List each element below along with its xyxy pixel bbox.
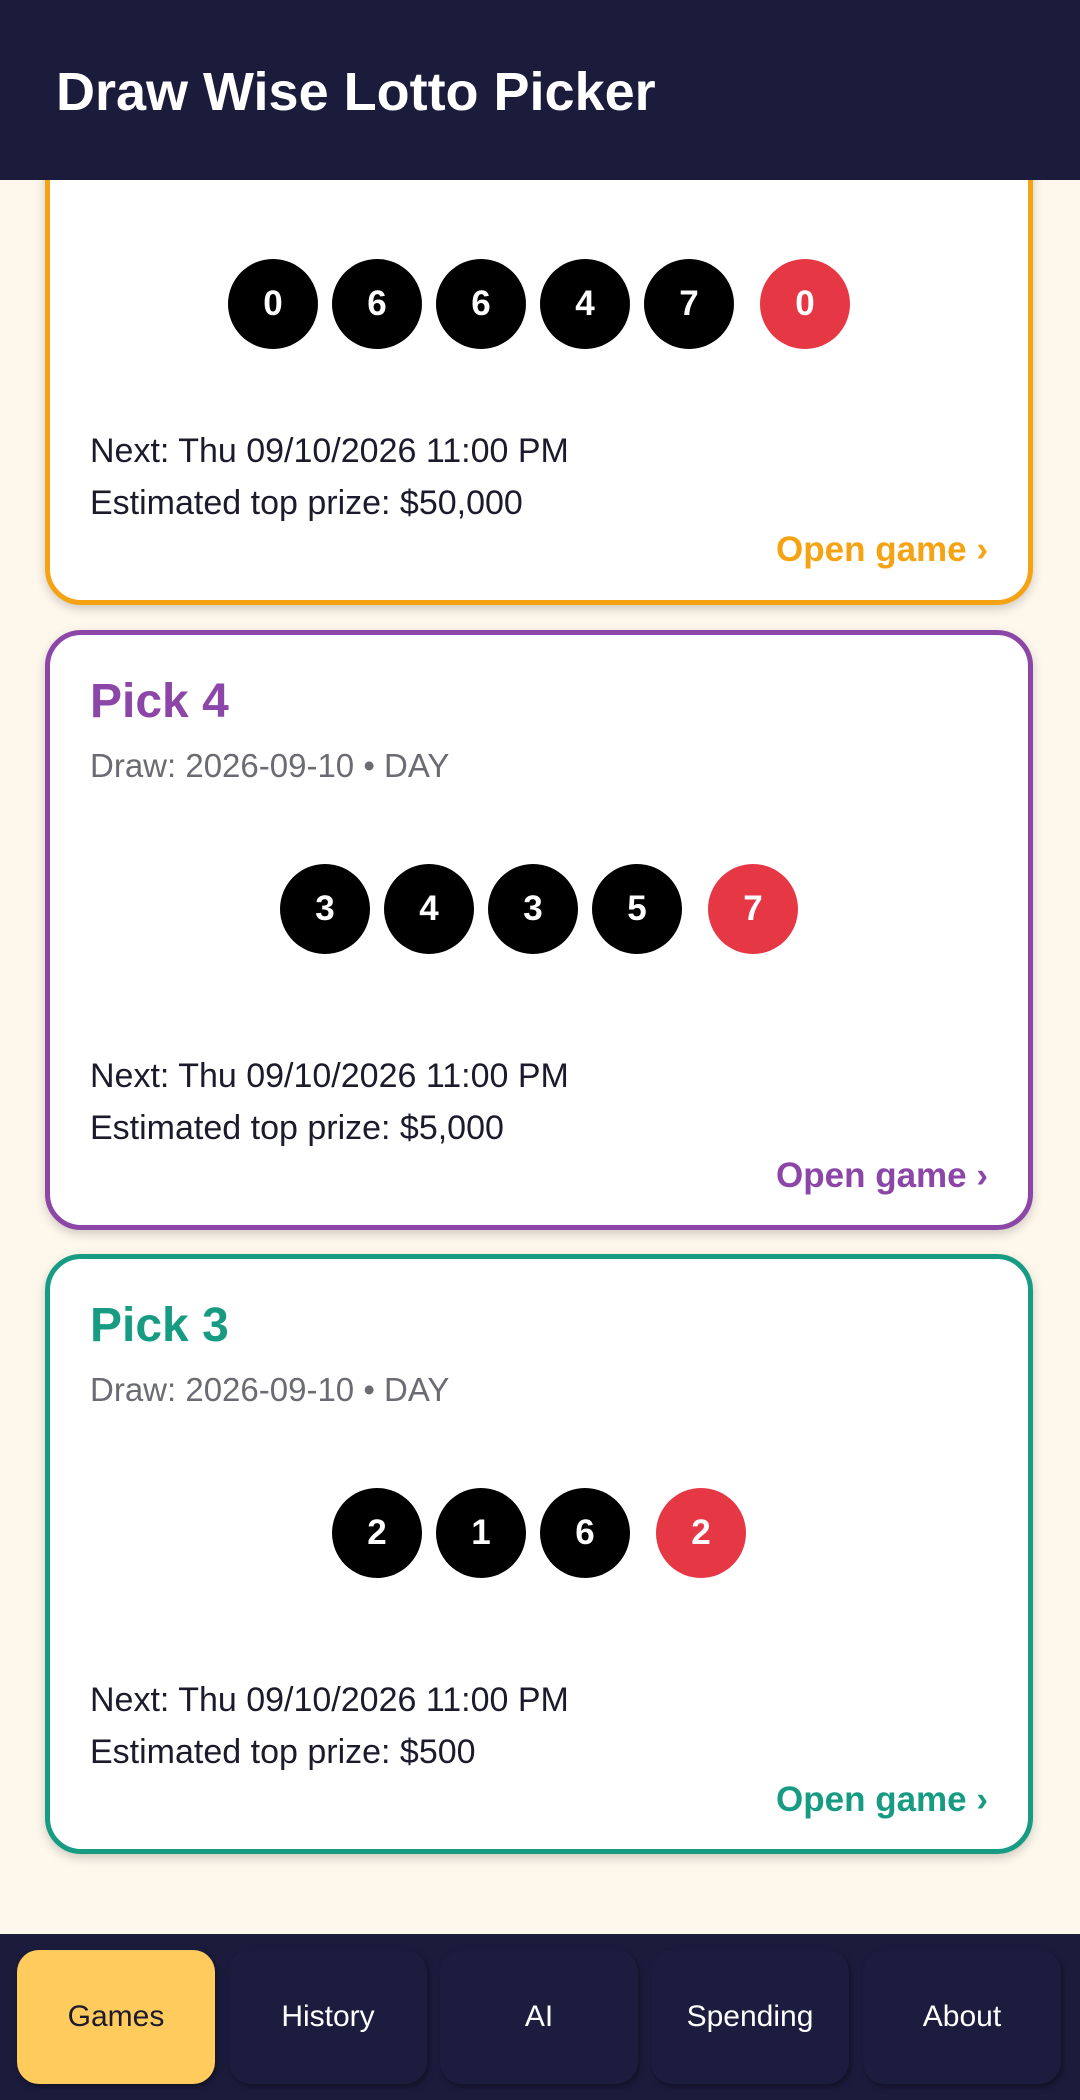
top-prize-text: Estimated top prize: $50,000	[90, 484, 523, 522]
open-game-link[interactable]: Open game ›	[776, 1779, 988, 1821]
next-draw-text: Next: Thu 09/10/2026 11:00 PM	[90, 1057, 569, 1095]
drawn-numbers: 2 1 6 2	[50, 1488, 1028, 1578]
nav-tab-ai[interactable]: AI	[440, 1950, 638, 2084]
nav-tab-history[interactable]: History	[229, 1950, 427, 2084]
top-prize-text: Estimated top prize: $500	[90, 1733, 476, 1771]
draw-info: Draw: 2026-09-10 • DAY	[90, 747, 450, 784]
number-ball: 7	[644, 259, 734, 349]
drawn-numbers: 3 4 3 5 7	[50, 864, 1028, 954]
game-title: Pick 4	[90, 675, 229, 728]
nav-tab-about[interactable]: About	[863, 1950, 1061, 2084]
app-title: Draw Wise Lotto Picker	[56, 62, 656, 122]
number-ball: 1	[436, 1488, 526, 1578]
number-ball: 6	[332, 259, 422, 349]
number-ball: 3	[488, 864, 578, 954]
nav-tab-spending[interactable]: Spending	[651, 1950, 849, 2084]
game-title: Pick 3	[90, 1299, 229, 1352]
bonus-ball: 2	[656, 1488, 746, 1578]
game-card-pick-4: Pick 4 Draw: 2026-09-10 • DAY 3 4 3 5 7 …	[45, 630, 1033, 1230]
number-ball: 4	[384, 864, 474, 954]
number-ball: 3	[280, 864, 370, 954]
number-ball: 6	[540, 1488, 630, 1578]
bottom-nav: Games History AI Spending About	[0, 1934, 1080, 2100]
bonus-ball: 0	[760, 259, 850, 349]
number-ball: 5	[592, 864, 682, 954]
number-ball: 6	[436, 259, 526, 349]
nav-tab-games[interactable]: Games	[17, 1950, 215, 2084]
number-ball: 4	[540, 259, 630, 349]
drawn-numbers: 0 6 6 4 7 0	[50, 259, 1028, 349]
open-game-link[interactable]: Open game ›	[776, 1155, 988, 1197]
next-draw-text: Next: Thu 09/10/2026 11:00 PM	[90, 1681, 569, 1719]
number-ball: 0	[228, 259, 318, 349]
game-card-top: 0 6 6 4 7 0 Next: Thu 09/10/2026 11:00 P…	[45, 120, 1033, 605]
bonus-ball: 7	[708, 864, 798, 954]
number-ball: 2	[332, 1488, 422, 1578]
open-game-link[interactable]: Open game ›	[776, 529, 988, 571]
game-card-pick-3: Pick 3 Draw: 2026-09-10 • DAY 2 1 6 2 Ne…	[45, 1254, 1033, 1854]
app-bar: Draw Wise Lotto Picker	[0, 0, 1080, 180]
next-draw-text: Next: Thu 09/10/2026 11:00 PM	[90, 432, 569, 470]
games-list[interactable]: 0 6 6 4 7 0 Next: Thu 09/10/2026 11:00 P…	[0, 0, 1080, 1934]
draw-info: Draw: 2026-09-10 • DAY	[90, 1371, 450, 1408]
top-prize-text: Estimated top prize: $5,000	[90, 1109, 504, 1147]
